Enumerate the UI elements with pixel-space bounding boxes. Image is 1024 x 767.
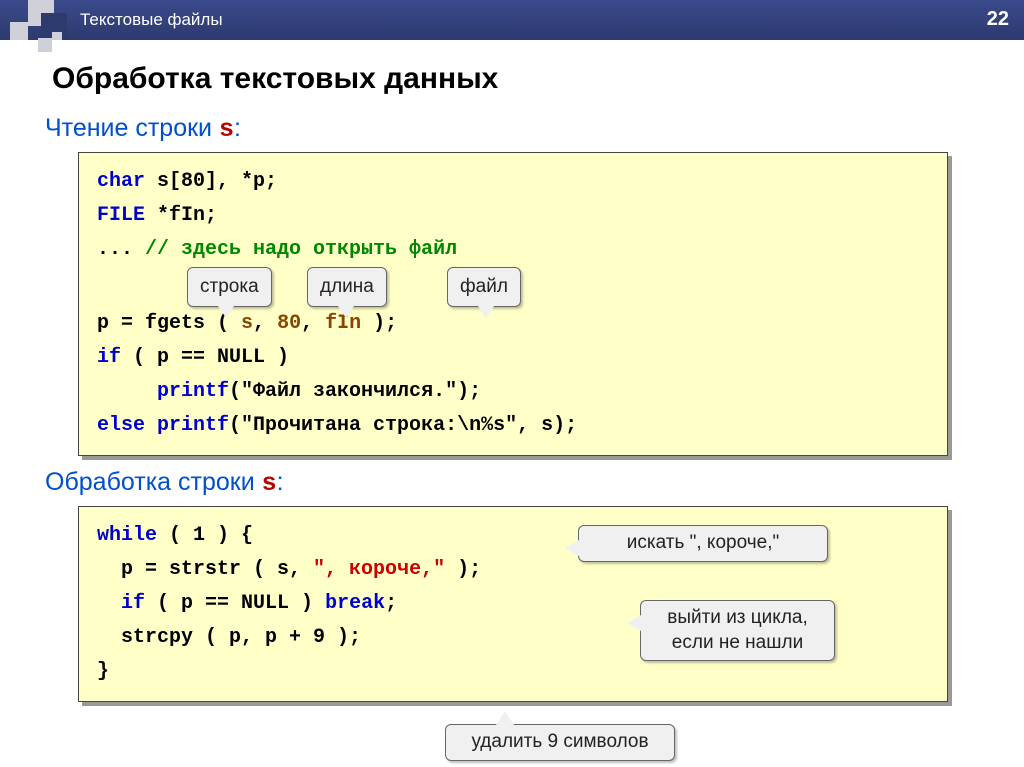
code-line: ... // здесь надо открыть файл: [97, 233, 929, 267]
code-line: if ( p == NULL ): [97, 341, 929, 375]
code-line: char s[80], *p;: [97, 165, 929, 199]
section1-title-text: Чтение строки: [45, 114, 219, 142]
section1-title: Чтение строки s:: [45, 114, 1024, 144]
pill-dlina: длина: [307, 267, 387, 307]
callout-exit-loop: выйти из цикла, если не нашли: [640, 600, 835, 661]
page-number: 22: [987, 8, 1009, 31]
section2-title: Обработка строки s:: [45, 468, 1024, 498]
section2-title-text: Обработка строки: [45, 468, 262, 496]
header-bar: Текстовые файлы 22: [0, 0, 1024, 40]
section1-title-suffix: :: [234, 114, 241, 142]
pill-stroka: строка: [187, 267, 272, 307]
header-title: Текстовые файлы: [80, 10, 223, 30]
code-line: else printf("Прочитана строка:\n%s", s);: [97, 409, 929, 443]
callout-search: искать ", короче,": [578, 525, 828, 562]
callout-delete: удалить 9 символов: [445, 724, 675, 761]
code-line: printf("Файл закончился.");: [97, 375, 929, 409]
pill-fajl: файл: [447, 267, 521, 307]
code-block-1: char s[80], *p; FILE *fIn; ... // здесь …: [78, 152, 948, 456]
logo-icon: [0, 0, 70, 55]
section2-title-code: s: [262, 469, 277, 498]
code-line: FILE *fIn;: [97, 199, 929, 233]
section2-title-suffix: :: [277, 468, 284, 496]
main-title: Обработка текстовых данных: [52, 62, 1024, 96]
section1-title-code: s: [219, 115, 234, 144]
